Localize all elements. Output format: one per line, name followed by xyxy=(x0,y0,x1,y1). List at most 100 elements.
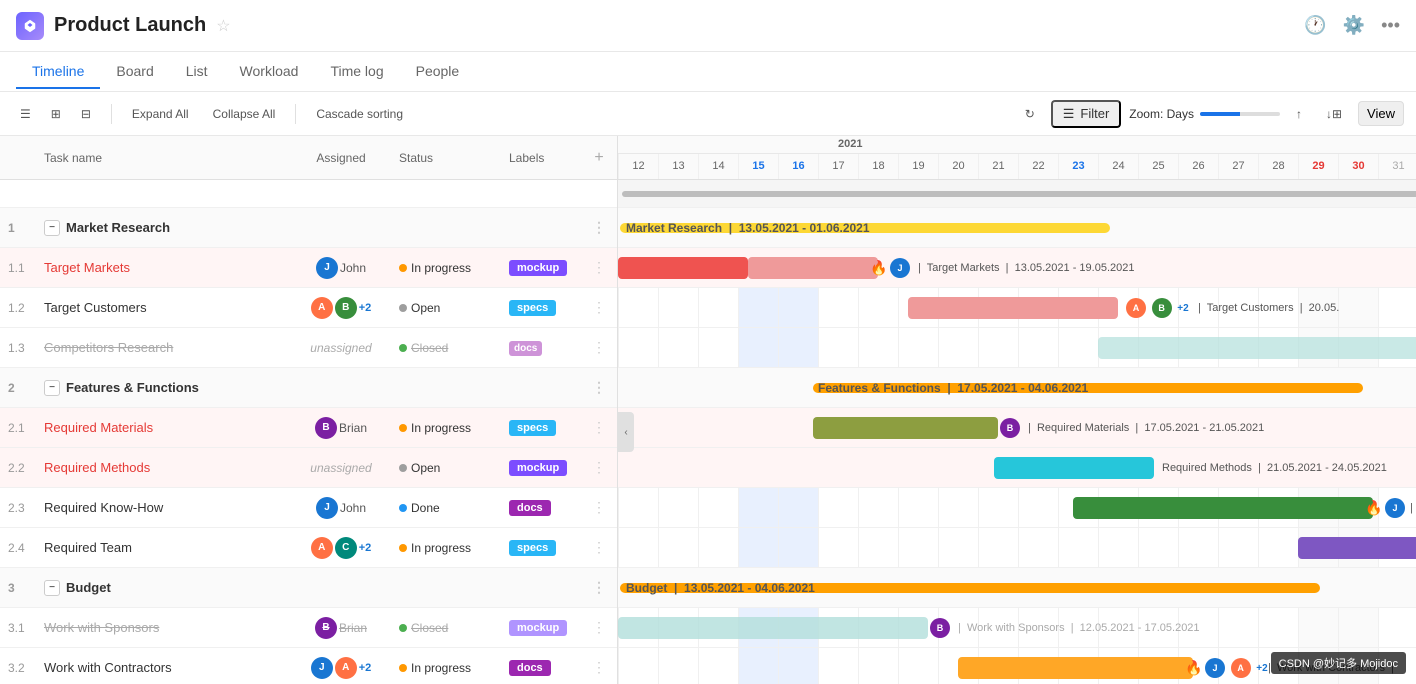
gantt-collapse-handle[interactable]: ‹ xyxy=(618,412,634,452)
gantt-bar[interactable] xyxy=(748,257,878,279)
gantt-bar[interactable] xyxy=(813,417,998,439)
group-name: Budget xyxy=(66,580,111,595)
gantt-row: 🔥 J | Target Markets | 13.05.2021 - 19.0… xyxy=(618,248,1416,288)
expand-all-button[interactable]: Expand All xyxy=(124,103,197,125)
group-name: Features & Functions xyxy=(66,380,199,395)
fire-icon: 🔥 xyxy=(870,259,887,276)
status-text: Open xyxy=(411,301,440,315)
col-assigned-header: Assigned xyxy=(291,151,391,165)
row-more[interactable]: ⋮ xyxy=(581,419,617,436)
export-btn[interactable]: ↑ xyxy=(1288,103,1310,125)
status-text: Closed xyxy=(411,621,448,635)
gantt-row: Budget | 13.05.2021 - 04.06.2021 xyxy=(618,568,1416,608)
table-row: 1.1 Target Markets J John In progress mo… xyxy=(0,248,617,288)
filter-button[interactable]: ☰ Filter xyxy=(1051,100,1122,128)
status-text: Done xyxy=(411,501,440,515)
expand-icon[interactable]: − xyxy=(44,220,60,236)
collapse-all-button[interactable]: Collapse All xyxy=(205,103,284,125)
row-more[interactable]: ⋮ xyxy=(581,579,617,596)
row-task[interactable]: Required Methods xyxy=(36,460,291,475)
gantt-bar[interactable] xyxy=(1298,537,1416,559)
gantt-header: 2021 12 13 14 15 16 17 18 19 20 21 22 23… xyxy=(618,136,1416,180)
avatar-gantt: B xyxy=(1000,418,1020,438)
row-more[interactable]: ⋮ xyxy=(581,259,617,276)
row-more[interactable]: ⋮ xyxy=(581,619,617,636)
tab-timelog[interactable]: Time log xyxy=(314,55,399,89)
row-num: 1.1 xyxy=(0,261,36,275)
unassigned-label: unassigned xyxy=(310,461,371,475)
gantt-day: 16 xyxy=(778,154,818,179)
row-task[interactable]: Required Know-How xyxy=(36,500,291,515)
row-more[interactable]: ⋮ xyxy=(581,219,617,236)
row-task: − Features & Functions xyxy=(36,380,291,396)
view-button[interactable]: View xyxy=(1358,101,1404,126)
list-view-btn[interactable]: ☰ xyxy=(12,103,39,125)
row-task[interactable]: Work with Contractors xyxy=(36,660,291,675)
gantt-bar[interactable] xyxy=(994,457,1154,479)
tab-list[interactable]: List xyxy=(170,55,224,89)
nav-tabs: Timeline Board List Workload Time log Pe… xyxy=(0,52,1416,92)
zoom-slider[interactable] xyxy=(1200,112,1280,116)
unassigned-label: unassigned xyxy=(310,341,371,355)
row-more[interactable]: ⋮ xyxy=(581,499,617,516)
assigned-name: Brian xyxy=(339,421,367,435)
watermark: CSDN @妙记多 Mojidoc xyxy=(1271,652,1406,674)
gantt-bar[interactable] xyxy=(618,257,748,279)
gantt-bar-label: Required Methods | 21.05.2021 - 24.05.20… xyxy=(1162,462,1387,474)
gantt-bar[interactable] xyxy=(618,617,928,639)
gantt-day: 27 xyxy=(1218,154,1258,179)
gantt-body: Today Market xyxy=(618,180,1416,684)
expand-icon[interactable]: − xyxy=(44,380,60,396)
history-icon[interactable]: 🕐 xyxy=(1304,15,1326,36)
settings-icon[interactable]: ⚙️ xyxy=(1343,15,1365,36)
header-left: Product Launch ☆ xyxy=(16,12,231,40)
gantt-row: B | Work with Sponsors | 12.05.2021 - 17… xyxy=(618,608,1416,648)
row-more[interactable]: ⋮ xyxy=(581,339,617,356)
gantt-bar[interactable] xyxy=(908,297,1118,319)
tab-board[interactable]: Board xyxy=(100,55,169,89)
tree-view-btn[interactable]: ⊟ xyxy=(73,103,99,125)
status-dot xyxy=(399,664,407,672)
avatar: A xyxy=(311,297,333,319)
row-task[interactable]: Target Customers xyxy=(36,300,291,315)
row-labels: specs xyxy=(501,299,581,316)
row-more[interactable]: ⋮ xyxy=(581,659,617,676)
status-dot xyxy=(399,504,407,512)
table-row: 2.3 Required Know-How J John Done docs ⋮ xyxy=(0,488,617,528)
avatar-gantt: A B +2 xyxy=(1126,298,1189,318)
status-text: In progress xyxy=(411,261,471,275)
row-more[interactable]: ⋮ xyxy=(581,459,617,476)
col-labels-header: Labels xyxy=(501,151,581,165)
tab-workload[interactable]: Workload xyxy=(224,55,315,89)
row-task[interactable]: Required Team xyxy=(36,540,291,555)
tab-timeline[interactable]: Timeline xyxy=(16,55,100,89)
col-add-header[interactable]: + xyxy=(581,149,617,167)
row-task[interactable]: Competitors Research xyxy=(36,340,291,355)
toolbar-divider-2 xyxy=(295,104,296,124)
gantt-bar[interactable] xyxy=(1073,497,1373,519)
row-more[interactable]: ⋮ xyxy=(581,299,617,316)
import-btn[interactable]: ↓⊞ xyxy=(1318,103,1350,125)
row-num: 1 xyxy=(0,221,36,235)
grid-view-btn[interactable]: ⊞ xyxy=(43,103,69,125)
refresh-btn[interactable]: ↻ xyxy=(1017,103,1043,125)
gantt-bar[interactable] xyxy=(1098,337,1416,359)
cascade-sorting-button[interactable]: Cascade sorting xyxy=(308,103,411,125)
row-task[interactable]: Work with Sponsors xyxy=(36,620,291,635)
gantt-day: 21 xyxy=(978,154,1018,179)
row-more[interactable]: ⋮ xyxy=(581,539,617,556)
row-task[interactable]: Target Markets xyxy=(36,260,291,275)
tab-people[interactable]: People xyxy=(400,55,476,89)
row-labels: mockup xyxy=(501,459,581,476)
gantt-bar-label: | Target Markets | 13.05.2021 - 19.05.20… xyxy=(918,262,1134,274)
row-assigned: A B +2 xyxy=(291,297,391,319)
gantt-bar[interactable] xyxy=(958,657,1193,679)
fire-icon: 🔥 xyxy=(1185,659,1202,676)
row-labels: docs xyxy=(501,659,581,676)
row-more[interactable]: ⋮ xyxy=(581,379,617,396)
row-task[interactable]: Required Materials xyxy=(36,420,291,435)
more-icon[interactable]: ••• xyxy=(1381,15,1400,36)
gantt-day: 22 xyxy=(1018,154,1058,179)
expand-icon[interactable]: − xyxy=(44,580,60,596)
star-icon[interactable]: ☆ xyxy=(216,16,230,36)
